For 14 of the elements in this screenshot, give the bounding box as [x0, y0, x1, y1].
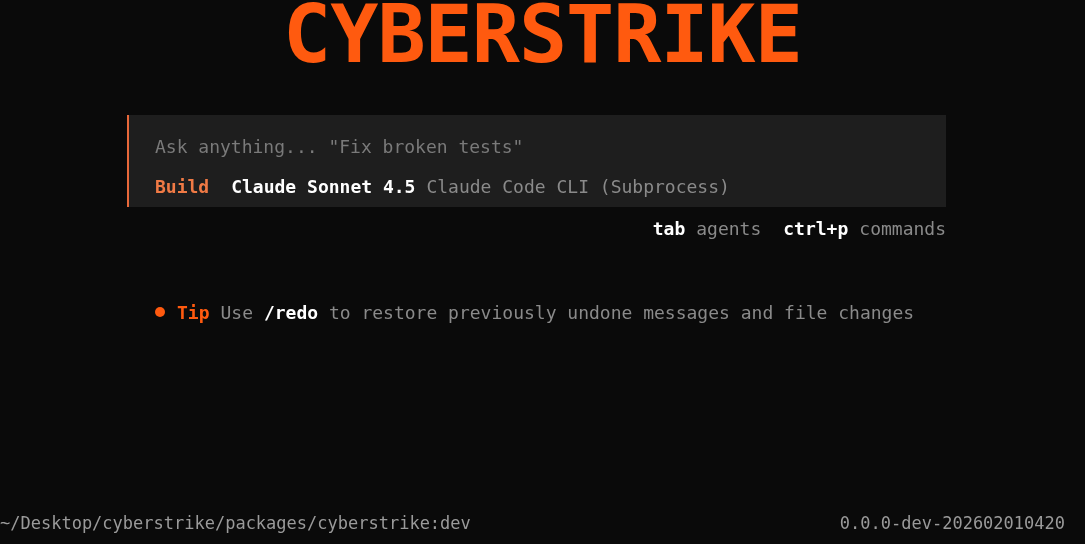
directory-path: ~/Desktop/cyberstrike/packages/cyberstrike:dev	[0, 512, 471, 536]
shortcut-key: tab	[652, 214, 686, 242]
bullet-icon	[155, 307, 165, 317]
tip-text: Use /redo to restore previously undone messages and file changes	[220, 300, 915, 325]
tip-label: Tip	[177, 300, 210, 325]
shortcut-label: agents	[696, 216, 762, 241]
version-text: 0.0.0-dev-202602010420	[839, 512, 1065, 536]
shortcut-key: ctrl+p	[783, 214, 849, 242]
logo-title: CYBERSTRIKE	[283, 0, 802, 70]
prompt-input[interactable]: Ask anything... "Fix broken tests"	[155, 133, 855, 159]
model-name[interactable]: Claude Sonnet 4.5	[231, 172, 416, 200]
provider-name: Claude Code CLI (Subprocess)	[426, 174, 730, 199]
agent-label[interactable]: Build	[155, 172, 210, 200]
shortcut-label: commands	[859, 216, 946, 241]
